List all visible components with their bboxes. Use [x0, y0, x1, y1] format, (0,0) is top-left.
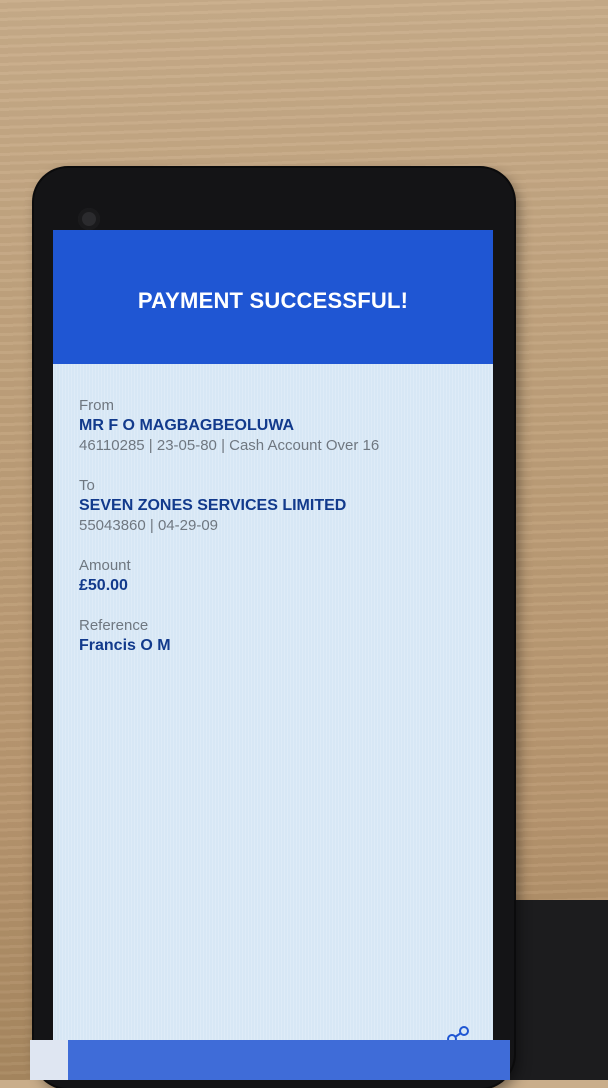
- reference-label: Reference: [79, 617, 149, 634]
- bottom-edge: [30, 1040, 510, 1080]
- amount-value: £50.00: [79, 577, 128, 594]
- from-label: From: [79, 397, 114, 414]
- success-header: PAYMENT SUCCESSFUL!: [53, 230, 493, 364]
- from-name: MR F O MAGBAGBEOLUWA: [79, 417, 295, 434]
- to-section: To SEVEN ZONES SERVICES LIMITED 55043860…: [79, 476, 479, 536]
- amount-section: Amount £50.00: [79, 556, 479, 596]
- to-account-details: 55043860 | 04-29-09: [79, 517, 219, 534]
- to-label: To: [79, 477, 95, 494]
- phone-screen: PAYMENT SUCCESSFUL! From MR F O MAGBAGBE…: [53, 230, 493, 1080]
- front-camera: [78, 208, 100, 230]
- amount-label: Amount: [79, 557, 131, 574]
- page-title: PAYMENT SUCCESSFUL!: [137, 288, 409, 313]
- payment-details: From MR F O MAGBAGBEOLUWA 46110285 | 23-…: [79, 396, 479, 676]
- to-name: SEVEN ZONES SERVICES LIMITED: [79, 497, 347, 514]
- reference-section: Reference Francis O M: [79, 616, 479, 656]
- from-account-details: 46110285 | 23-05-80 | Cash Account Over …: [79, 437, 380, 454]
- dark-object: [500, 900, 608, 1080]
- from-section: From MR F O MAGBAGBEOLUWA 46110285 | 23-…: [79, 396, 479, 456]
- reference-value: Francis O M: [79, 637, 171, 654]
